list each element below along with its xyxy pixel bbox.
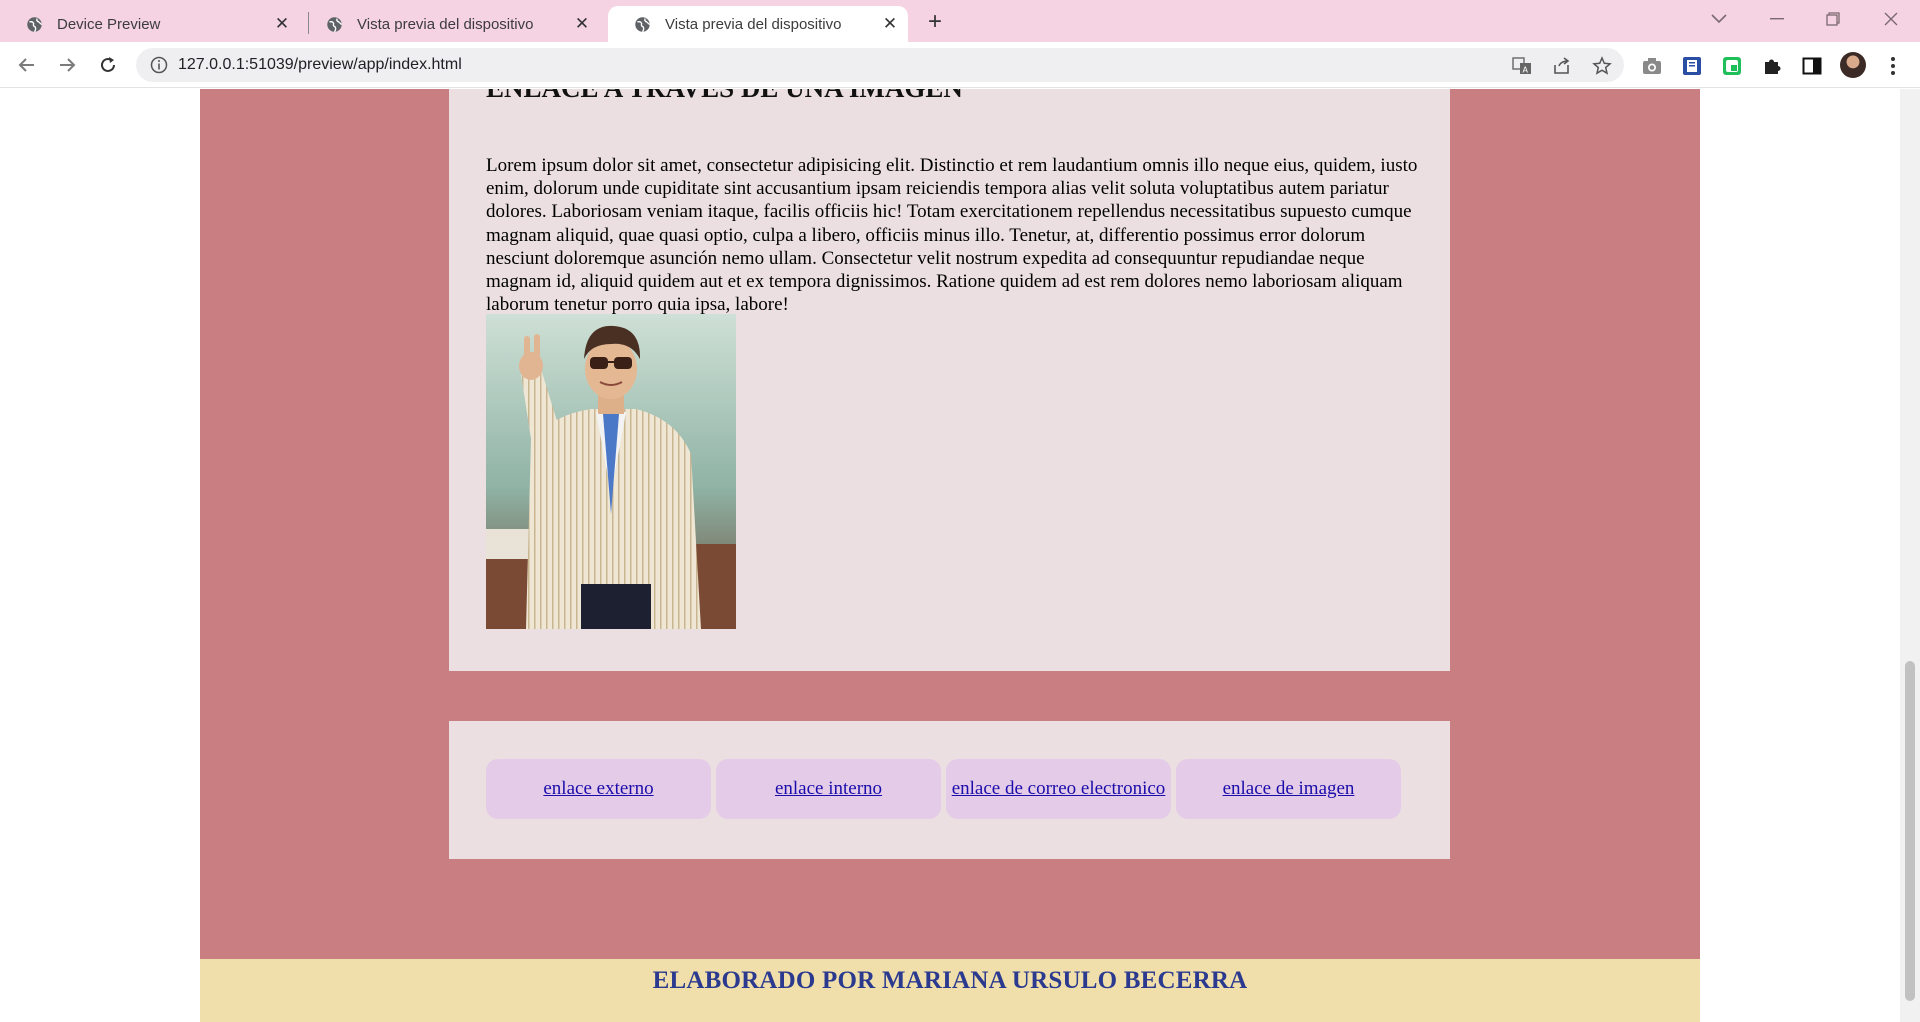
translate-icon[interactable]: A (1512, 56, 1532, 76)
globe-icon (635, 16, 651, 32)
page-footer: ELABORADO POR MARIANA URSULO BECERRA (200, 959, 1700, 1022)
linked-photo[interactable] (486, 314, 736, 629)
tab-vista-previa-active[interactable]: Vista previa del dispositivo ✕ (608, 6, 908, 42)
tab-vista-previa-1[interactable]: Vista previa del dispositivo ✕ (300, 6, 600, 42)
email-link[interactable]: enlace de correo electronico (946, 759, 1171, 819)
url-text[interactable]: 127.0.0.1:51039/preview/app/index.html (178, 56, 462, 74)
links-section: enlace externo enlace interno enlace de … (449, 721, 1450, 859)
vertical-scrollbar[interactable] (1900, 89, 1920, 1022)
extension-icon[interactable] (1681, 55, 1703, 77)
minimize-icon[interactable] (1762, 6, 1792, 32)
scrollbar-thumb[interactable] (1905, 661, 1915, 1001)
close-icon[interactable]: ✕ (882, 14, 898, 33)
share-icon[interactable] (1552, 56, 1572, 76)
tab-title: Device Preview (57, 15, 161, 33)
close-icon[interactable]: ✕ (574, 14, 590, 33)
menu-icon[interactable] (1882, 55, 1904, 77)
reload-icon[interactable] (93, 50, 123, 80)
tab-search-icon[interactable] (1704, 6, 1734, 32)
restore-icon[interactable] (1818, 6, 1848, 32)
lorem-paragraph: Lorem ipsum dolor sit amet, consectetur … (486, 155, 1418, 316)
close-window-icon[interactable] (1876, 6, 1906, 32)
tab-title: Vista previa del dispositivo (357, 15, 534, 33)
person-photo-image (486, 314, 736, 629)
links-nav: enlace externo enlace interno enlace de … (486, 759, 1401, 819)
back-icon[interactable] (12, 50, 42, 80)
extension-icon[interactable] (1721, 55, 1743, 77)
star-icon[interactable] (1592, 56, 1612, 76)
browser-toolbar: 127.0.0.1:51039/preview/app/index.html A (0, 42, 1920, 88)
info-icon[interactable] (150, 56, 168, 74)
svg-text:A: A (1523, 66, 1529, 75)
forward-icon[interactable] (52, 50, 82, 80)
avatar[interactable] (1840, 52, 1866, 78)
globe-icon (327, 16, 343, 32)
address-bar[interactable]: 127.0.0.1:51039/preview/app/index.html A (136, 48, 1624, 82)
section-title: ENLACE A TRAVÉS DE UNA IMAGEN (486, 89, 963, 104)
sidepanel-icon[interactable] (1801, 55, 1823, 77)
close-icon[interactable]: ✕ (274, 14, 290, 33)
globe-icon (27, 16, 43, 32)
internal-link[interactable]: enlace interno (716, 759, 941, 819)
tab-device-preview[interactable]: Device Preview ✕ (0, 6, 300, 42)
page-wrapper: ENLACE A TRAVÉS DE UNA IMAGEN Lorem ipsu… (200, 89, 1700, 959)
new-tab-button[interactable]: + (922, 8, 948, 35)
page-viewport: ENLACE A TRAVÉS DE UNA IMAGEN Lorem ipsu… (0, 89, 1900, 1022)
external-link[interactable]: enlace externo (486, 759, 711, 819)
image-link[interactable]: enlace de imagen (1176, 759, 1401, 819)
camera-icon[interactable] (1641, 55, 1663, 77)
tab-title: Vista previa del dispositivo (665, 15, 842, 33)
puzzle-icon[interactable] (1761, 55, 1783, 77)
footer-credit: ELABORADO POR MARIANA URSULO BECERRA (652, 967, 1248, 994)
tab-strip: Device Preview ✕ Vista previa del dispos… (0, 0, 1920, 42)
image-link-section: ENLACE A TRAVÉS DE UNA IMAGEN Lorem ipsu… (449, 89, 1450, 671)
